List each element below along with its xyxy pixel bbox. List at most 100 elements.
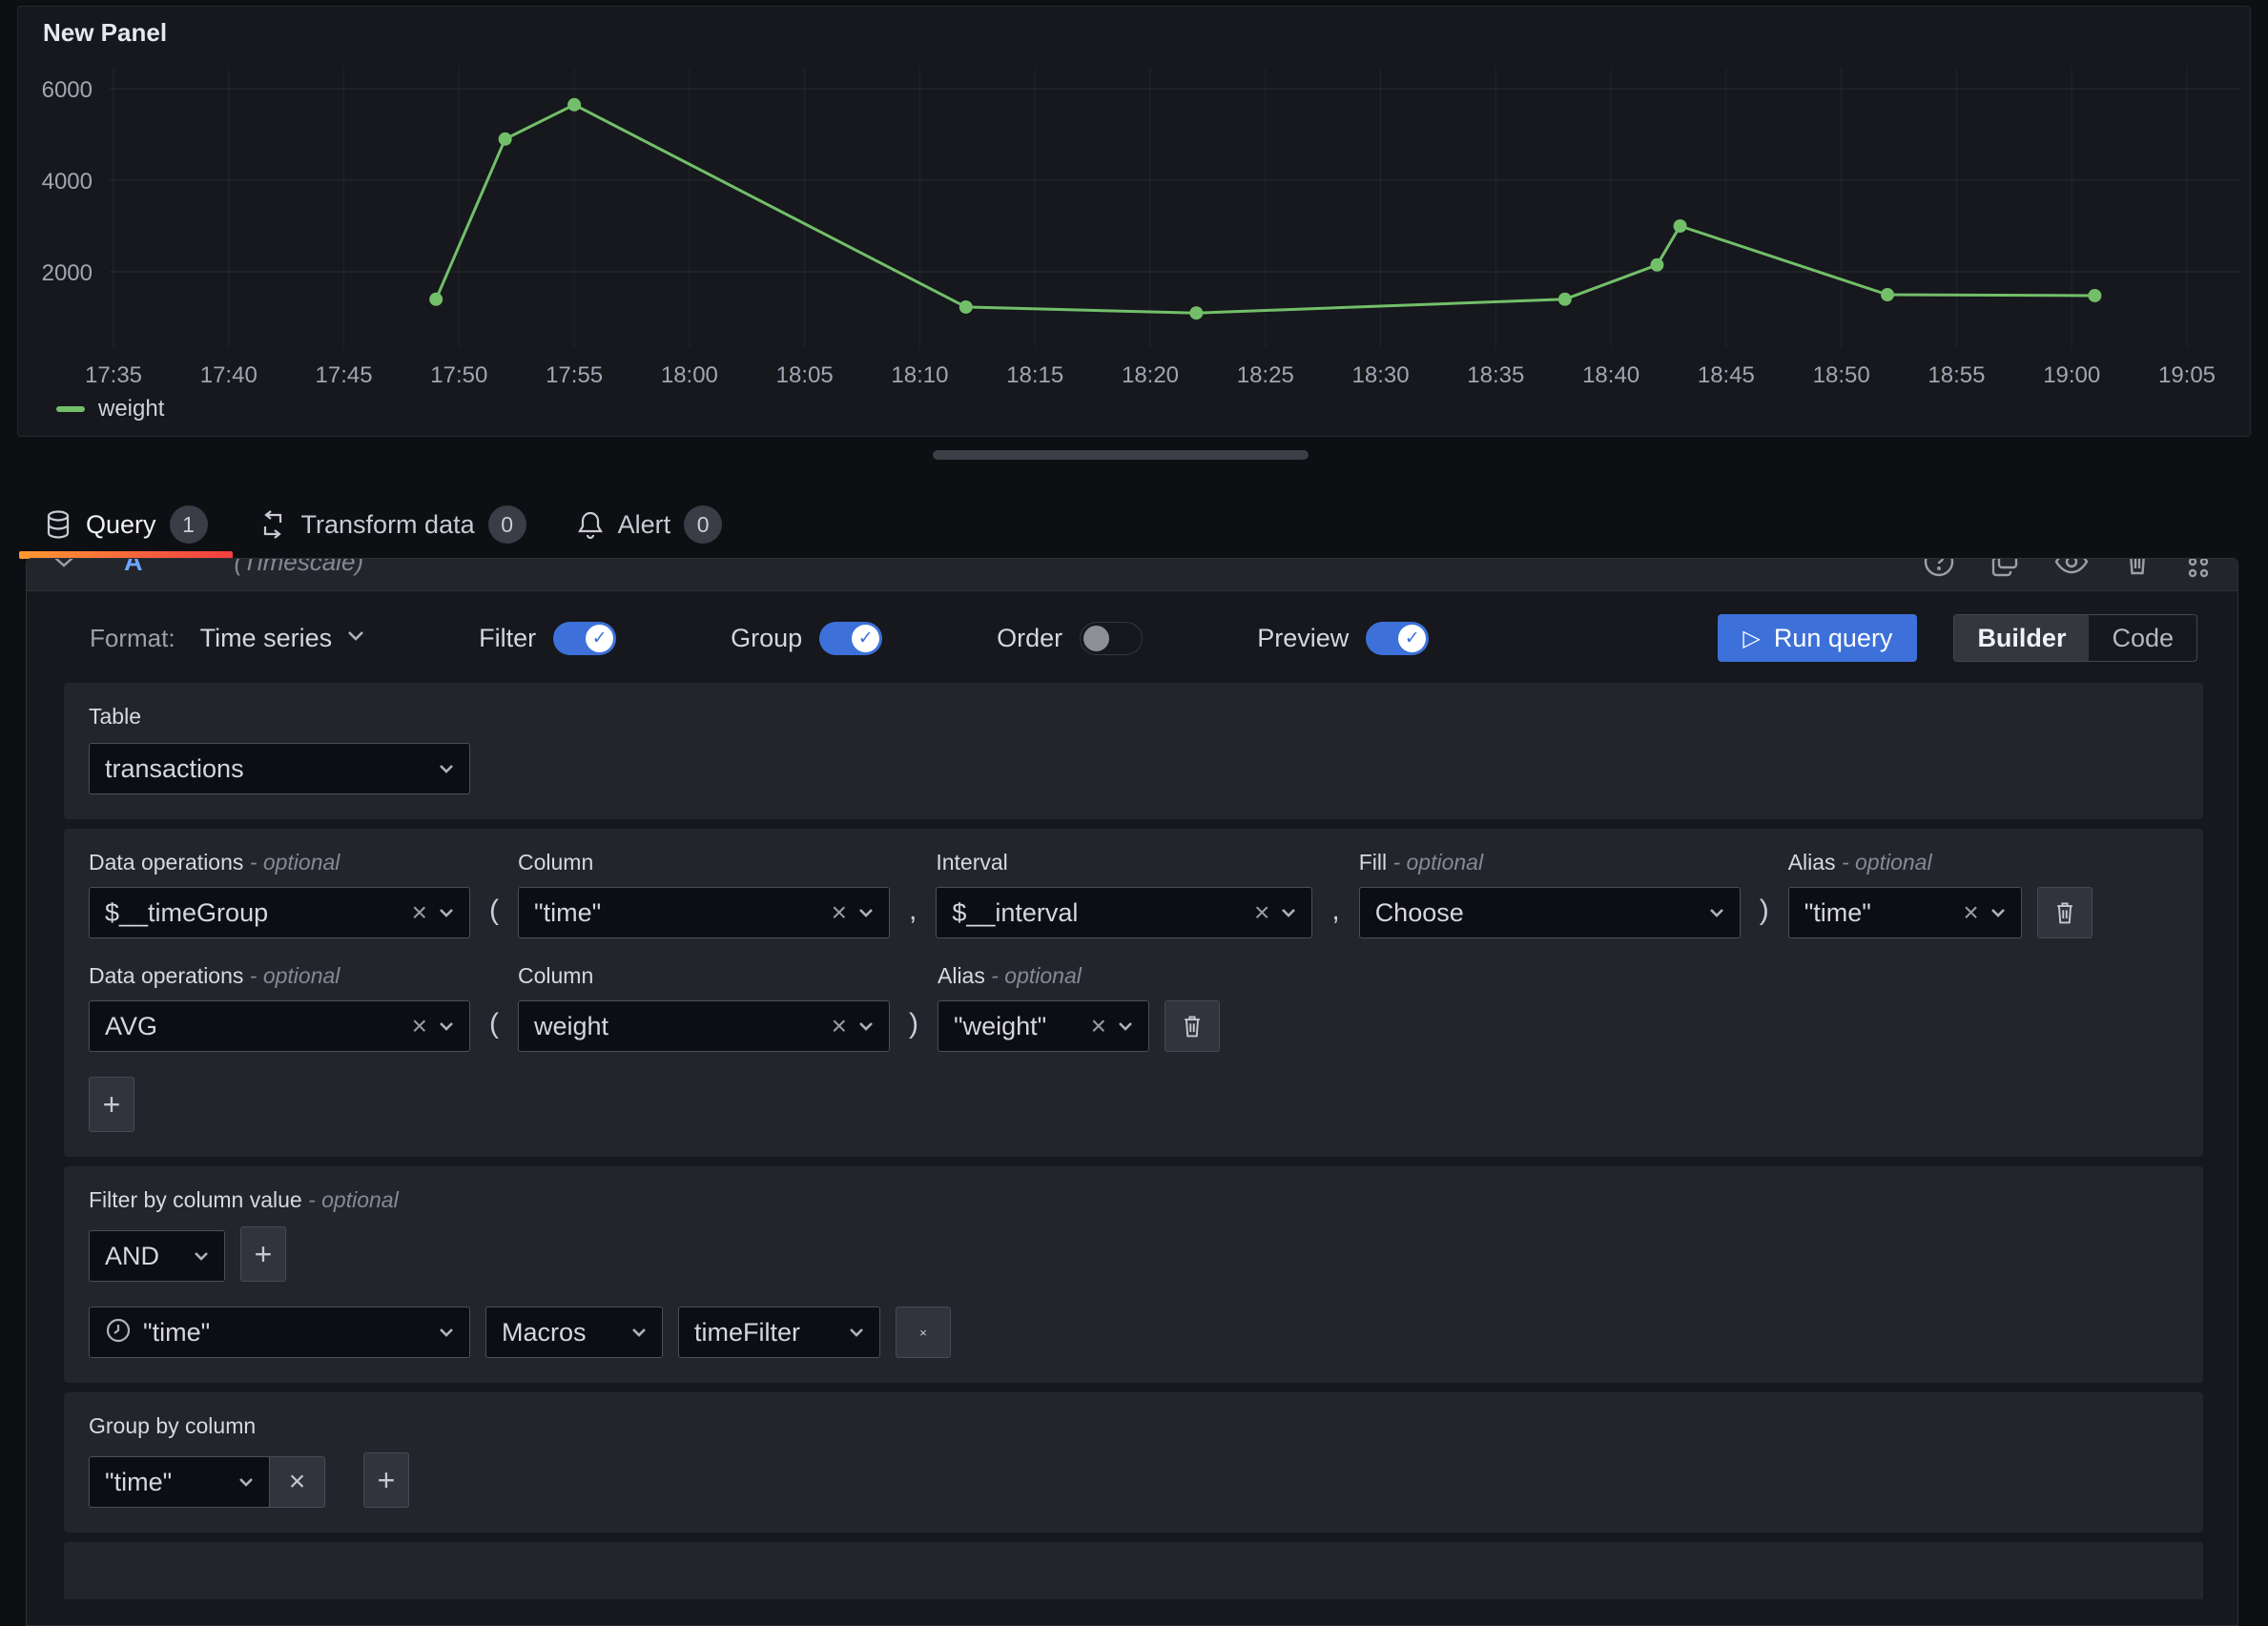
interval-select[interactable]: $__interval × xyxy=(936,887,1312,938)
chevron-down-icon xyxy=(194,1251,209,1262)
legend-series-swatch xyxy=(56,406,85,412)
clear-icon[interactable]: × xyxy=(1963,899,1978,926)
filter-section-label: Filter by column value - optional xyxy=(89,1187,2178,1213)
svg-text:18:15: 18:15 xyxy=(1006,362,1063,388)
select-row-weight: Data operations - optional AVG × ( Colum… xyxy=(89,963,2178,1052)
svg-text:18:25: 18:25 xyxy=(1237,362,1294,388)
query-editor-card: A (Timescale) xyxy=(26,558,2238,1626)
alias-select[interactable]: "weight" × xyxy=(938,1000,1149,1052)
remove-select-row-button[interactable] xyxy=(2037,887,2093,938)
tab-query-badge: 1 xyxy=(170,505,208,544)
comma: , xyxy=(905,895,920,938)
trash-icon[interactable] xyxy=(2123,559,2152,577)
filter-toggle-label: Filter xyxy=(479,624,536,653)
svg-text:18:55: 18:55 xyxy=(1928,362,1985,388)
eye-icon[interactable] xyxy=(2054,559,2089,576)
filter-macro-select[interactable]: timeFilter xyxy=(678,1307,880,1358)
tab-query[interactable]: Query 1 xyxy=(19,496,233,553)
data-operations-label: Data operations - optional xyxy=(89,850,470,875)
chevron-down-icon xyxy=(1990,908,2006,918)
select-section: Data operations - optional $__timeGroup … xyxy=(64,829,2203,1157)
filter-macro-group-select[interactable]: Macros xyxy=(485,1307,663,1358)
tab-transform-label: Transform data xyxy=(301,510,475,540)
query-ref-id: A xyxy=(124,559,143,577)
duplicate-icon[interactable] xyxy=(1990,559,2020,577)
group-toggle[interactable]: ✓ xyxy=(819,622,882,655)
query-datasource-name: (Timescale) xyxy=(235,559,364,577)
mode-builder[interactable]: Builder xyxy=(1954,615,2089,661)
play-icon: ▷ xyxy=(1742,625,1760,652)
next-section-stub xyxy=(64,1542,2203,1599)
run-query-button[interactable]: ▷ Run query xyxy=(1718,614,1917,662)
query-row-header[interactable]: A (Timescale) xyxy=(27,559,2237,591)
preview-toggle[interactable]: ✓ xyxy=(1366,622,1429,655)
svg-text:4000: 4000 xyxy=(42,169,93,195)
comma: , xyxy=(1328,895,1343,938)
tab-alert[interactable]: Alert 0 xyxy=(551,496,748,553)
svg-text:18:50: 18:50 xyxy=(1813,362,1870,388)
remove-select-row-button[interactable] xyxy=(1165,1000,1220,1052)
column-select[interactable]: weight × xyxy=(518,1000,890,1052)
help-icon[interactable] xyxy=(1923,559,1955,578)
filter-operator-select[interactable]: AND xyxy=(89,1230,225,1282)
mode-code[interactable]: Code xyxy=(2089,615,2196,661)
close-paren: ) xyxy=(1756,895,1773,938)
svg-text:6000: 6000 xyxy=(42,77,93,103)
order-toggle-label: Order xyxy=(997,624,1062,653)
chevron-down-icon xyxy=(858,908,874,918)
clear-icon[interactable]: × xyxy=(832,1013,847,1039)
remove-filter-button[interactable]: × xyxy=(896,1307,951,1358)
table-select[interactable]: transactions xyxy=(89,743,470,794)
chevron-down-icon xyxy=(439,1328,454,1338)
alias-label: Alias - optional xyxy=(938,963,1149,989)
drag-handle-icon[interactable] xyxy=(2186,559,2211,578)
column-select[interactable]: "time" × xyxy=(518,887,890,938)
fill-select[interactable]: Choose xyxy=(1359,887,1741,938)
panel-title[interactable]: New Panel xyxy=(18,7,2250,48)
svg-text:17:35: 17:35 xyxy=(85,362,142,388)
add-groupby-button[interactable]: + xyxy=(363,1452,409,1508)
tab-query-label: Query xyxy=(86,510,156,540)
chevron-down-icon xyxy=(238,1477,254,1488)
chevron-down-icon[interactable] xyxy=(53,559,74,568)
svg-text:18:45: 18:45 xyxy=(1698,362,1755,388)
filter-toggle[interactable]: ✓ xyxy=(553,622,616,655)
svg-text:18:30: 18:30 xyxy=(1352,362,1410,388)
legend-series-label[interactable]: weight xyxy=(98,396,164,422)
clear-icon[interactable]: × xyxy=(412,1013,427,1039)
format-select[interactable]: Time series xyxy=(200,624,333,653)
timeseries-chart[interactable]: 17:3517:4017:4517:5017:5518:0018:0518:10… xyxy=(18,60,2250,394)
clear-icon[interactable]: × xyxy=(1254,899,1269,926)
svg-text:19:05: 19:05 xyxy=(2158,362,2216,388)
svg-text:19:00: 19:00 xyxy=(2043,362,2100,388)
transform-icon xyxy=(258,509,288,540)
order-toggle[interactable] xyxy=(1080,622,1143,655)
remove-groupby-button[interactable]: × xyxy=(270,1456,325,1508)
data-operation-select[interactable]: AVG × xyxy=(89,1000,470,1052)
tab-alert-label: Alert xyxy=(618,510,671,540)
select-row-time: Data operations - optional $__timeGroup … xyxy=(89,850,2178,938)
data-operation-select[interactable]: $__timeGroup × xyxy=(89,887,470,938)
database-icon xyxy=(44,509,72,540)
tab-transform-badge: 0 xyxy=(488,505,526,544)
groupby-column-select[interactable]: "time" xyxy=(89,1456,270,1508)
filter-field-select[interactable]: "time" xyxy=(89,1307,470,1358)
viz-panel: New Panel 17:3517:4017:4517:5017:5518:00… xyxy=(17,6,2251,437)
clear-icon[interactable]: × xyxy=(832,899,847,926)
alias-select[interactable]: "time" × xyxy=(1788,887,2022,938)
chevron-down-icon xyxy=(858,1021,874,1032)
horizontal-scrollbar[interactable] xyxy=(933,450,1309,460)
svg-text:18:10: 18:10 xyxy=(891,362,948,388)
svg-text:17:50: 17:50 xyxy=(430,362,487,388)
add-select-row-button[interactable]: + xyxy=(89,1077,134,1132)
alias-label: Alias - optional xyxy=(1788,850,2022,875)
clear-icon[interactable]: × xyxy=(412,899,427,926)
tab-transform-data[interactable]: Transform data 0 xyxy=(233,496,551,553)
open-paren: ( xyxy=(485,1008,503,1052)
table-section: Table transactions xyxy=(64,683,2203,819)
add-filter-button[interactable]: + xyxy=(240,1226,286,1282)
clear-icon[interactable]: × xyxy=(1091,1013,1106,1039)
chevron-down-icon[interactable] xyxy=(347,629,364,647)
column-label: Column xyxy=(518,963,890,989)
svg-text:17:55: 17:55 xyxy=(546,362,603,388)
